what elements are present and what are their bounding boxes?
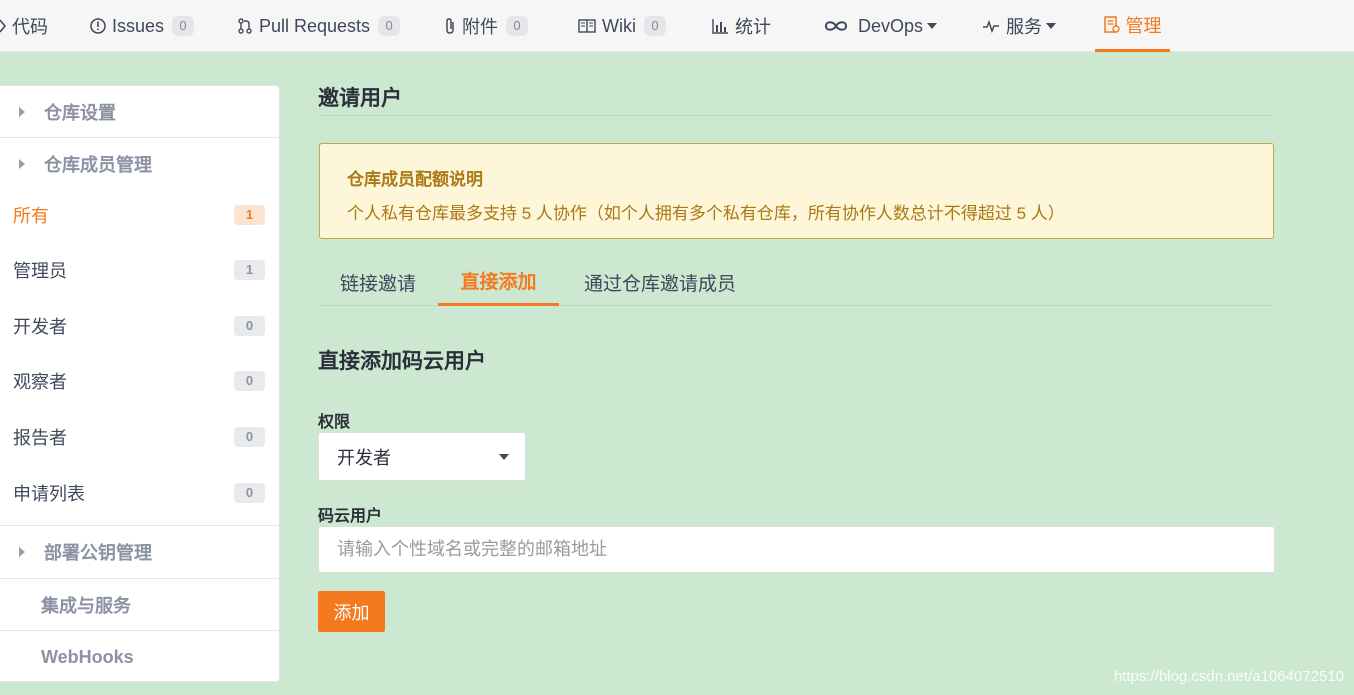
notice-title: 仓库成员配额说明	[347, 170, 483, 189]
sidebar-deploy-keys[interactable]: 部署公钥管理	[0, 526, 280, 578]
sidebar-item-applications[interactable]: 申请列表 0	[0, 473, 280, 513]
permission-label: 权限	[318, 414, 351, 431]
sidebar-webhooks-label: WebHooks	[41, 646, 134, 667]
count-badge: 1	[234, 260, 265, 280]
sidebar-integrations-label: 集成与服务	[41, 596, 131, 616]
section-title: 直接添加码云用户	[318, 350, 486, 373]
tab-invite-via-repo[interactable]: 通过仓库邀请成员	[559, 258, 761, 306]
nav-issues-badge: 0	[172, 16, 195, 36]
sidebar-item-label: 开发者	[13, 317, 67, 337]
main-content: 邀请用户 仓库成员配额说明 个人私有仓库最多支持 5 人协作（如个人拥有多个私有…	[318, 0, 1275, 695]
count-badge: 0	[234, 427, 265, 447]
sidebar-integrations[interactable]: 集成与服务	[0, 579, 280, 631]
sidebar-member-management-label: 仓库成员管理	[44, 155, 152, 175]
sidebar-item-all[interactable]: 所有 1	[0, 195, 280, 235]
nav-code[interactable]: 代码	[0, 0, 48, 52]
invite-tabs: 链接邀请 直接添加 通过仓库邀请成员	[318, 258, 1274, 306]
nav-issues-label: Issues	[112, 15, 165, 36]
tab-direct-add[interactable]: 直接添加	[438, 258, 559, 306]
sidebar-item-reporters[interactable]: 报告者 0	[0, 417, 280, 457]
sidebar-item-label: 观察者	[13, 372, 67, 392]
permission-select[interactable]: 开发者	[318, 432, 526, 481]
tab-link-invite[interactable]: 链接邀请	[318, 258, 438, 306]
watermark: https://blog.csdn.net/a1064072510	[1113, 668, 1344, 685]
user-input[interactable]	[318, 526, 1275, 573]
sidebar-item-label: 申请列表	[13, 484, 85, 504]
sidebar-item-label: 管理员	[13, 261, 67, 281]
sidebar-member-management[interactable]: 仓库成员管理	[0, 138, 280, 190]
nav-issues[interactable]: Issues 0	[90, 0, 195, 52]
caret-right-icon	[19, 107, 25, 117]
sidebar-deploy-keys-label: 部署公钥管理	[44, 543, 152, 563]
count-badge: 0	[234, 483, 265, 503]
sidebar-item-label: 报告者	[13, 428, 67, 448]
sidebar: 仓库设置 仓库成员管理 所有 1 管理员 1 开发者 0 观察者 0 报告者 0…	[0, 85, 280, 682]
quota-notice: 仓库成员配额说明 个人私有仓库最多支持 5 人协作（如个人拥有多个私有仓库，所有…	[319, 143, 1274, 239]
pull-request-icon	[237, 18, 253, 34]
code-icon	[0, 19, 6, 33]
notice-text: 个人私有仓库最多支持 5 人协作（如个人拥有多个私有仓库，所有协作人数总计不得超…	[347, 204, 1065, 223]
permission-value: 开发者	[337, 447, 391, 468]
count-badge: 0	[234, 316, 265, 336]
count-badge: 1	[234, 205, 265, 225]
divider	[318, 115, 1274, 116]
sidebar-repo-settings[interactable]: 仓库设置	[0, 86, 280, 138]
issue-icon	[90, 18, 106, 34]
sidebar-item-observers[interactable]: 观察者 0	[0, 361, 280, 401]
sidebar-repo-settings-label: 仓库设置	[44, 103, 116, 123]
nav-code-label: 代码	[12, 17, 48, 37]
chevron-down-icon	[499, 454, 509, 460]
sidebar-item-developers[interactable]: 开发者 0	[0, 306, 280, 346]
sidebar-item-admins[interactable]: 管理员 1	[0, 250, 280, 290]
sidebar-item-label: 所有	[13, 206, 49, 226]
count-badge: 0	[234, 371, 265, 391]
user-label: 码云用户	[318, 508, 383, 525]
caret-right-icon	[19, 159, 25, 169]
sidebar-webhooks[interactable]: WebHooks	[0, 631, 280, 683]
page-title: 邀请用户	[318, 87, 402, 110]
caret-right-icon	[19, 547, 25, 557]
add-button[interactable]: 添加	[318, 591, 385, 632]
